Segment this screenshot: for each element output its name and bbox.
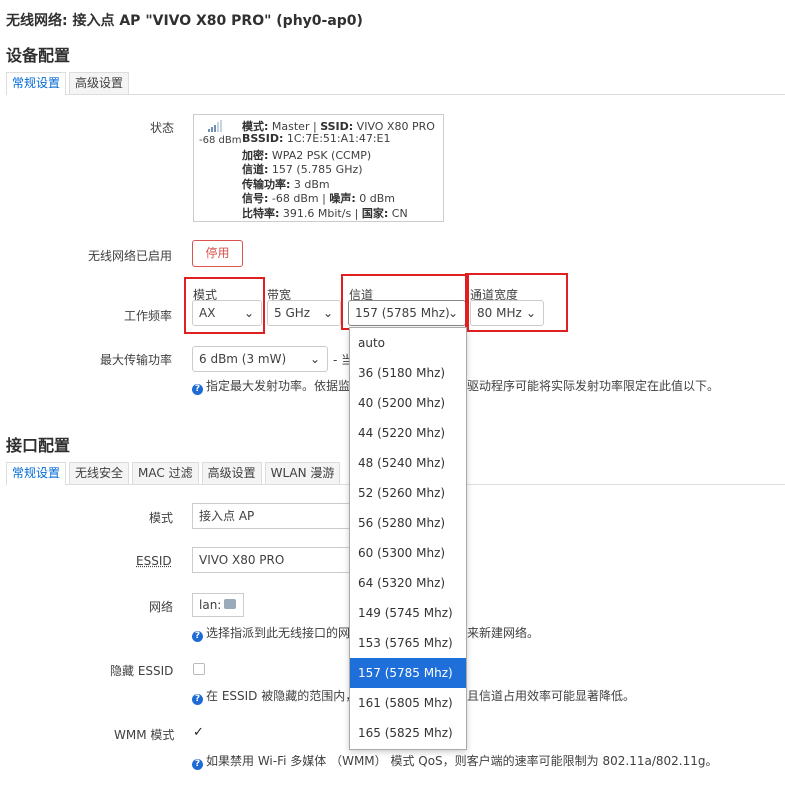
- tab-mac-filter[interactable]: MAC 过滤: [132, 462, 199, 484]
- channel-option[interactable]: 56 (5280 Mhz): [350, 508, 466, 538]
- channel-option[interactable]: 48 (5240 Mhz): [350, 448, 466, 478]
- interface-config-heading: 接口配置: [6, 436, 71, 455]
- highlight-width: [465, 273, 568, 332]
- network-label: 网络: [149, 600, 174, 614]
- channel-option[interactable]: 153 (5765 Mhz): [350, 628, 466, 658]
- channel-option[interactable]: auto: [350, 328, 466, 358]
- wireless-enabled-label: 无线网络已启用: [88, 249, 173, 263]
- channel-option[interactable]: 44 (5220 Mhz): [350, 418, 466, 448]
- chevron-down-icon: ⌄: [322, 306, 333, 320]
- channel-option[interactable]: 161 (5805 Mhz): [350, 688, 466, 718]
- chevron-down-icon: ⌄: [309, 352, 320, 366]
- band-select[interactable]: 5 GHz ⌄: [267, 300, 341, 326]
- status-label: 状态: [150, 121, 175, 135]
- network-select[interactable]: lan:: [192, 593, 244, 617]
- network-icon: [224, 599, 236, 609]
- iface-mode-select[interactable]: 接入点 AP: [192, 503, 352, 529]
- tab-advanced[interactable]: 高级设置: [69, 72, 130, 94]
- help-icon: ?: [192, 694, 203, 705]
- channel-option[interactable]: 165 (5825 Mhz): [350, 718, 466, 748]
- status-box: -68 dBm 模式: Master | SSID: VIVO X80 PRO …: [193, 114, 444, 222]
- tab-general[interactable]: 常规设置: [6, 72, 67, 95]
- channel-option[interactable]: 40 (5200 Mhz): [350, 388, 466, 418]
- disable-button[interactable]: 停用: [192, 240, 243, 267]
- essid-label: ESSID: [136, 554, 172, 568]
- channel-option[interactable]: 36 (5180 Mhz): [350, 358, 466, 388]
- hidden-essid-label: 隐藏 ESSID: [110, 664, 174, 678]
- status-signal-line: 信号: -68 dBm | 噪声: 0 dBm: [242, 192, 395, 205]
- hidden-essid-hint: ? 在 ESSID 被隐藏的范围内，: [192, 687, 357, 705]
- help-icon: ?: [192, 384, 203, 395]
- device-config-heading: 设备配置: [6, 46, 71, 65]
- signal-icon: [208, 120, 222, 132]
- max-power-hint-right: 驱动程序可能将实际发射功率限定在此值以下。: [467, 379, 720, 393]
- wmm-checkbox[interactable]: ✓: [193, 725, 205, 740]
- highlight-mode: [184, 277, 265, 334]
- tab-wireless-security[interactable]: 无线安全: [69, 462, 130, 484]
- wmm-label: WMM 模式: [114, 728, 175, 742]
- max-power-hint: ? 指定最大发射功率。依据监: [192, 377, 350, 395]
- status-bssid-line: BSSID: 1C:7E:51:A1:47:E1: [242, 132, 391, 145]
- channel-option[interactable]: 64 (5320 Mhz): [350, 568, 466, 598]
- check-icon: ✓: [193, 725, 204, 740]
- channel-option[interactable]: 60 (5300 Mhz): [350, 538, 466, 568]
- signal-strength: -68 dBm: [199, 135, 242, 146]
- network-hint-right: 来新建网络。: [467, 626, 540, 640]
- hidden-essid-checkbox[interactable]: [193, 663, 205, 675]
- status-bitrate-line: 比特率: 391.6 Mbit/s | 国家: CN: [242, 207, 408, 220]
- max-power-label: 最大传输功率: [100, 353, 173, 367]
- frequency-label: 工作频率: [124, 309, 173, 323]
- max-power-select[interactable]: 6 dBm (3 mW) ⌄: [192, 346, 328, 372]
- status-channel-line: 信道: 157 (5.785 GHz): [242, 163, 363, 176]
- help-icon: ?: [192, 759, 203, 770]
- page-title: 无线网络: 接入点 AP "VIVO X80 PRO" (phy0-ap0): [6, 13, 363, 29]
- tab-iface-general[interactable]: 常规设置: [6, 462, 67, 485]
- help-icon: ?: [192, 631, 203, 642]
- wmm-hint: ? 如果禁用 Wi-Fi 多媒体 （WMM） 模式 QoS，则客户端的速率可能限制…: [192, 752, 718, 770]
- channel-option[interactable]: 149 (5745 Mhz): [350, 598, 466, 628]
- channel-option[interactable]: 52 (5260 Mhz): [350, 478, 466, 508]
- network-hint: ? 选择指派到此无线接口的网: [192, 624, 350, 642]
- tab-iface-advanced[interactable]: 高级设置: [201, 462, 262, 484]
- channel-dropdown[interactable]: auto 36 (5180 Mhz) 40 (5200 Mhz) 44 (522…: [349, 327, 467, 750]
- tab-wlan-roaming[interactable]: WLAN 漫游: [264, 462, 341, 484]
- highlight-channel: [341, 274, 469, 330]
- iface-mode-label: 模式: [149, 511, 174, 525]
- channel-option-selected[interactable]: 157 (5785 Mhz): [350, 658, 466, 688]
- device-config-tabs: 常规设置 高级设置: [6, 72, 785, 95]
- hidden-essid-hint-right: 且信道占用效率可能显著降低。: [467, 689, 636, 703]
- essid-input[interactable]: VIVO X80 PRO: [192, 547, 352, 573]
